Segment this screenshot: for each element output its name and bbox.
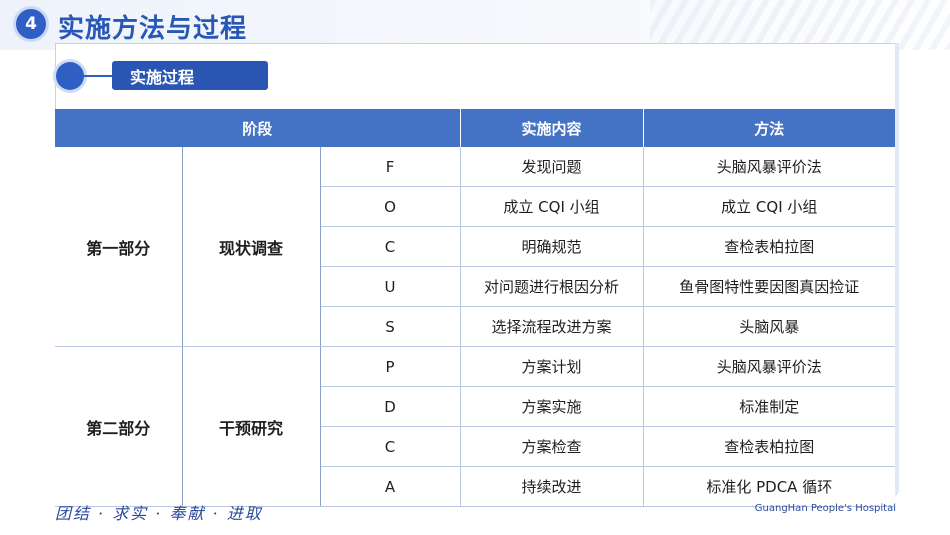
step-content: 方案计划	[460, 346, 644, 387]
frame-side-strip	[895, 43, 899, 493]
step-letter: S	[320, 306, 461, 347]
column-header-method: 方法	[643, 109, 896, 147]
step-content: 持续改进	[460, 466, 644, 507]
step-method: 成立 CQI 小组	[643, 186, 896, 227]
section-connector	[84, 75, 114, 77]
section-number-badge: 4	[16, 9, 46, 39]
step-letter: F	[320, 147, 461, 187]
footer-motto: 团结 · 求实 · 奉献 · 进取	[55, 504, 263, 523]
step-method: 查检表柏拉图	[643, 226, 896, 267]
step-letter: P	[320, 346, 461, 387]
step-content: 发现问题	[460, 147, 644, 187]
step-letter: C	[320, 426, 461, 467]
section-bullet-icon	[56, 62, 84, 90]
step-method: 头脑风暴评价法	[643, 346, 896, 387]
step-letter: D	[320, 386, 461, 427]
step-method: 标准化 PDCA 循环	[643, 466, 896, 507]
step-letter: A	[320, 466, 461, 507]
step-letter: C	[320, 226, 461, 267]
step-content: 方案检查	[460, 426, 644, 467]
stage-cell: 现状调查	[182, 147, 321, 347]
stage-cell: 干预研究	[182, 346, 321, 507]
column-header-stage: 阶段	[55, 109, 461, 147]
step-letter: O	[320, 186, 461, 227]
table-row: 第一部分 现状调查 F 发现问题 头脑风暴评价法	[55, 147, 896, 347]
step-content: 成立 CQI 小组	[460, 186, 644, 227]
footer-hospital-name: GuangHan People's Hospital	[754, 503, 896, 514]
section-label: 实施过程	[112, 61, 268, 90]
column-header-content: 实施内容	[460, 109, 644, 147]
part-cell: 第一部分	[55, 147, 183, 347]
step-method: 头脑风暴评价法	[643, 147, 896, 187]
step-method: 标准制定	[643, 386, 896, 427]
step-content: 选择流程改进方案	[460, 306, 644, 347]
table-header-row: 阶段 实施内容 方法	[55, 109, 896, 147]
page-title: 实施方法与过程	[58, 14, 248, 44]
part-cell: 第二部分	[55, 346, 183, 507]
step-letter: U	[320, 266, 461, 307]
step-content: 明确规范	[460, 226, 644, 267]
step-content: 方案实施	[460, 386, 644, 427]
step-method: 鱼骨图特性要因图真因捡证	[643, 266, 896, 307]
plan-table: 阶段 实施内容 方法 第一部分 现状调查 F 发现问题 头脑风暴评价法 O 成立…	[55, 109, 896, 507]
step-method: 查检表柏拉图	[643, 426, 896, 467]
step-method: 头脑风暴	[643, 306, 896, 347]
step-content: 对问题进行根因分析	[460, 266, 644, 307]
table-row: 第二部分 干预研究 P 方案计划 头脑风暴评价法	[55, 346, 896, 507]
